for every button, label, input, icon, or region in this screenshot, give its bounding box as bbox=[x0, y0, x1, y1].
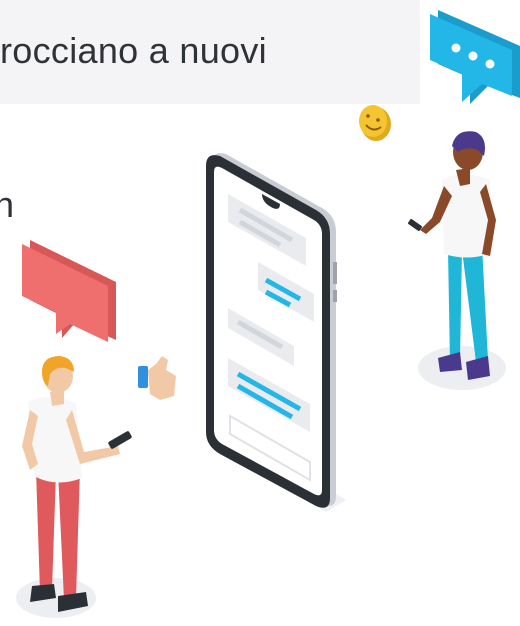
person-right-figure bbox=[407, 131, 506, 390]
chat-bubble-dots-icon bbox=[430, 10, 520, 104]
person-left-figure bbox=[16, 356, 132, 618]
messaging-illustration bbox=[16, 10, 520, 618]
thumbs-up-icon bbox=[138, 356, 176, 400]
smartphone-chat-icon bbox=[206, 153, 337, 508]
smiley-emoji-icon bbox=[359, 105, 391, 141]
chat-bubble-red-icon bbox=[22, 240, 116, 342]
